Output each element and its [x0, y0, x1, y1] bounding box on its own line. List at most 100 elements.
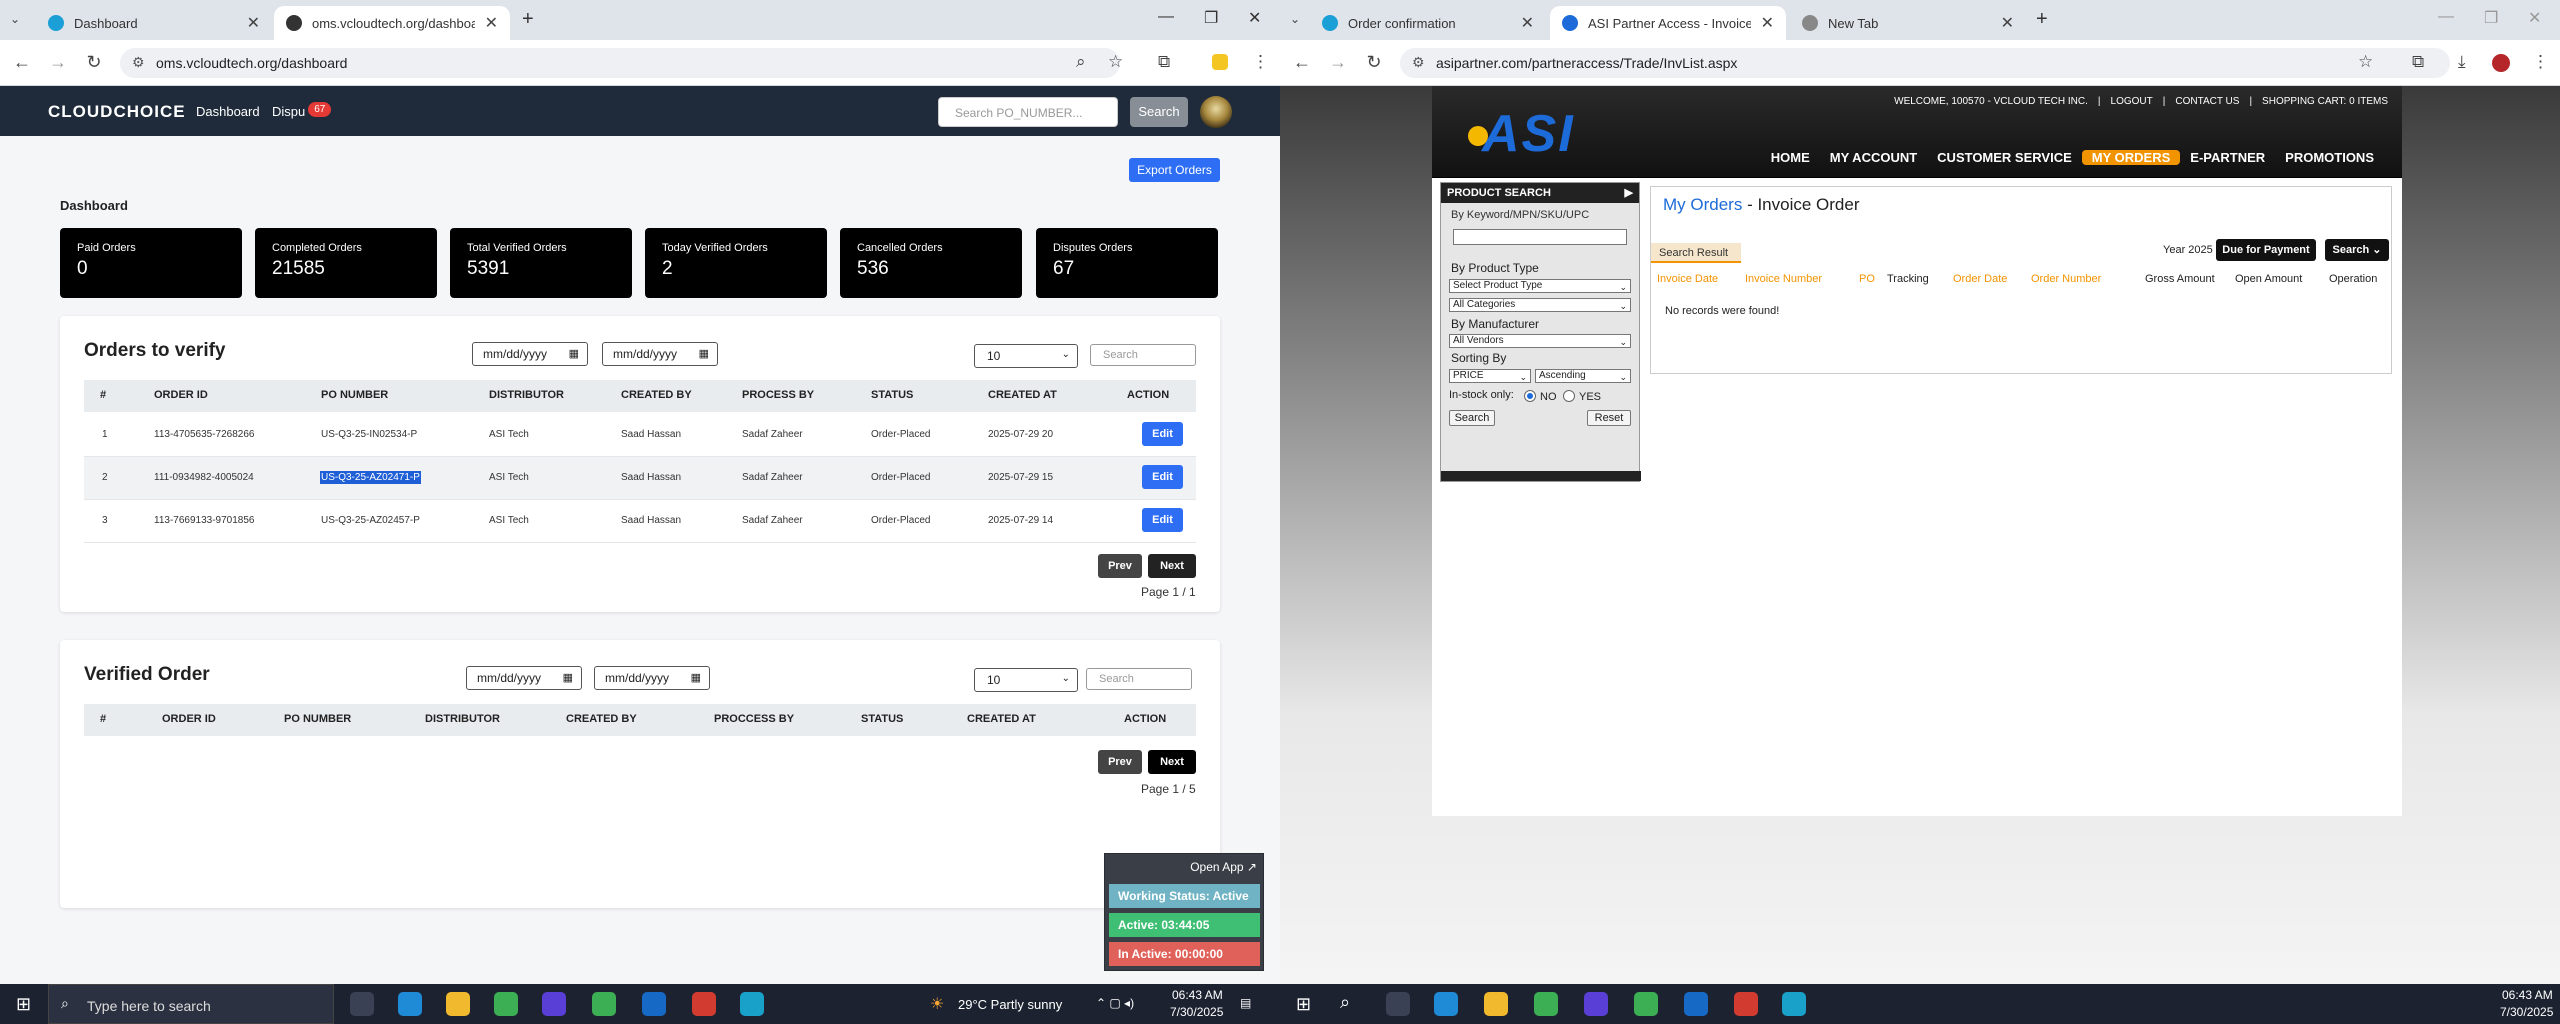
- contact-us-link[interactable]: CONTACT US: [2175, 96, 2239, 107]
- reset-button[interactable]: Reset: [1587, 410, 1631, 426]
- calendar-icon[interactable]: ▦: [569, 347, 579, 360]
- sort-field-select[interactable]: PRICE ⌄: [1449, 369, 1531, 383]
- forward-icon[interactable]: →: [46, 52, 70, 73]
- task-view-icon[interactable]: [1386, 992, 1410, 1016]
- site-info-icon[interactable]: ⚙: [132, 54, 145, 71]
- tray-icons[interactable]: ⌃ ▢ ◂): [1096, 996, 1134, 1010]
- app-icon[interactable]: [740, 992, 764, 1016]
- outlook-icon[interactable]: [642, 992, 666, 1016]
- edge-icon[interactable]: [1434, 992, 1458, 1016]
- nav-my-account[interactable]: MY ACCOUNT: [1820, 150, 1927, 165]
- tab-dashboard[interactable]: Dashboard ✕: [36, 6, 272, 40]
- edit-button[interactable]: Edit: [1142, 422, 1183, 446]
- close-icon[interactable]: ✕: [485, 13, 498, 33]
- sort-order-select[interactable]: Ascending ⌄: [1535, 369, 1631, 383]
- back-icon[interactable]: ←: [1290, 52, 1314, 73]
- close-icon[interactable]: ✕: [2001, 13, 2014, 33]
- nav-home[interactable]: HOME: [1761, 150, 1820, 165]
- nav-disputes[interactable]: Dispu 67: [272, 102, 332, 121]
- nav-promotions[interactable]: PROMOTIONS: [2275, 150, 2384, 165]
- asi-logo[interactable]: ASI: [1468, 104, 1575, 164]
- calendar-icon[interactable]: ▦: [691, 671, 701, 684]
- tab-list-icon[interactable]: ⌄: [1290, 12, 1300, 26]
- verified-search-input[interactable]: Search: [1086, 668, 1192, 690]
- reload-icon[interactable]: ↻: [1362, 52, 1386, 73]
- menu-dots-icon[interactable]: ⋮: [2532, 52, 2549, 72]
- instock-no-radio[interactable]: [1524, 390, 1536, 402]
- tab-order-confirmation[interactable]: Order confirmation ✕: [1310, 6, 1546, 40]
- categories-select[interactable]: All Categories ⌄: [1449, 298, 1631, 312]
- nav-my-orders[interactable]: MY ORDERS: [2081, 150, 2181, 165]
- zoom-app-icon[interactable]: [542, 992, 566, 1016]
- page-size-select[interactable]: 10 ⌄: [974, 668, 1078, 692]
- taskbar-search-box[interactable]: ⌕ Type here to search: [48, 984, 334, 1024]
- prev-button[interactable]: Prev: [1098, 554, 1142, 578]
- chrome-icon[interactable]: [1734, 992, 1758, 1016]
- calendar-icon[interactable]: ▦: [699, 347, 709, 360]
- from-date-input[interactable]: mm/dd/yyyy ▦: [466, 666, 582, 690]
- table-row[interactable]: 1 113-4705635-7268266 US-Q3-25-IN02534-P…: [84, 414, 1196, 457]
- table-row[interactable]: 2 111-0934982-4005024 US-Q3-25-AZ02471-P…: [84, 457, 1196, 500]
- back-icon[interactable]: ←: [10, 52, 34, 73]
- tab-asi-partner[interactable]: ASI Partner Access - Invoice His ✕: [1550, 6, 1786, 40]
- col-invoice-number[interactable]: Invoice Number: [1745, 273, 1822, 285]
- open-app-link[interactable]: Open App ↗: [1190, 860, 1257, 874]
- download-icon[interactable]: ⤓: [2458, 52, 2466, 72]
- url-field[interactable]: ⚙ asipartner.com/partneraccess/Trade/Inv…: [1400, 48, 2450, 78]
- minimize-icon[interactable]: —: [1158, 8, 1174, 26]
- col-invoice-date[interactable]: Invoice Date: [1657, 273, 1718, 285]
- restore-icon[interactable]: ❐: [1204, 8, 1218, 28]
- logout-link[interactable]: LOGOUT: [2111, 96, 2153, 107]
- windows-start-icon[interactable]: ⊞: [1296, 994, 1311, 1015]
- new-tab-icon[interactable]: +: [2036, 8, 2048, 31]
- new-tab-icon[interactable]: +: [522, 8, 534, 31]
- shopping-cart-link[interactable]: SHOPPING CART: 0 ITEMS: [2262, 96, 2388, 107]
- weather-text[interactable]: 29°C Partly sunny: [958, 997, 1062, 1012]
- file-explorer-icon[interactable]: [1484, 992, 1508, 1016]
- chrome-icon[interactable]: [1634, 992, 1658, 1016]
- app-icon[interactable]: [1782, 992, 1806, 1016]
- col-order-date[interactable]: Order Date: [1953, 273, 2007, 285]
- product-type-select[interactable]: Select Product Type ⌄: [1449, 279, 1631, 293]
- profile-icon[interactable]: [2492, 54, 2510, 72]
- po-search-button[interactable]: Search: [1130, 97, 1188, 127]
- edit-button[interactable]: Edit: [1142, 465, 1183, 489]
- file-explorer-icon[interactable]: [446, 992, 470, 1016]
- vendors-select[interactable]: All Vendors ⌄: [1449, 334, 1631, 348]
- zoom-app-icon[interactable]: [1584, 992, 1608, 1016]
- minimize-icon[interactable]: —: [2438, 8, 2454, 26]
- to-date-input[interactable]: mm/dd/yyyy ▦: [602, 342, 718, 366]
- extension-icon[interactable]: [1212, 54, 1228, 70]
- table-row[interactable]: 3 113-7669133-9701856 US-Q3-25-AZ02457-P…: [84, 500, 1196, 543]
- cell-po-number-selected[interactable]: US-Q3-25-AZ02471-P: [320, 471, 421, 484]
- close-icon[interactable]: ✕: [247, 13, 260, 33]
- forward-icon[interactable]: →: [1326, 52, 1350, 73]
- reload-icon[interactable]: ↻: [82, 52, 106, 73]
- windows-start-icon[interactable]: ⊞: [16, 994, 31, 1015]
- chrome-icon[interactable]: [592, 992, 616, 1016]
- product-search-button[interactable]: Search: [1449, 410, 1495, 426]
- extensions-icon[interactable]: ⧉: [2412, 52, 2424, 72]
- page-size-select[interactable]: 10 ⌄: [974, 344, 1078, 368]
- edge-icon[interactable]: [398, 992, 422, 1016]
- restore-icon[interactable]: ❐: [2484, 8, 2498, 28]
- window-close-icon[interactable]: ✕: [2528, 8, 2541, 28]
- notifications-icon[interactable]: ▤: [1240, 996, 1251, 1010]
- tab-oms-dashboard[interactable]: oms.vcloudtech.org/dashboard ✕: [274, 6, 510, 40]
- avatar[interactable]: [1200, 96, 1232, 128]
- zoom-icon[interactable]: ⌕: [1076, 52, 1086, 72]
- tab-new-tab[interactable]: New Tab ✕: [1790, 6, 2026, 40]
- edit-button[interactable]: Edit: [1142, 508, 1183, 532]
- oms-logo[interactable]: CLOUDCHOICE: [48, 102, 186, 122]
- col-order-number[interactable]: Order Number: [2031, 273, 2101, 285]
- nav-e-partner[interactable]: E-PARTNER: [2180, 150, 2275, 165]
- chevron-right-icon[interactable]: ▶: [1625, 186, 1633, 199]
- invoice-search-button[interactable]: Search ⌄: [2325, 239, 2389, 261]
- close-icon[interactable]: ✕: [1521, 13, 1534, 33]
- tab-list-icon[interactable]: ⌄: [10, 12, 20, 26]
- close-icon[interactable]: ✕: [1761, 13, 1774, 33]
- chrome-icon[interactable]: [692, 992, 716, 1016]
- keyword-input[interactable]: [1453, 229, 1627, 245]
- from-date-input[interactable]: mm/dd/yyyy ▦: [472, 342, 588, 366]
- window-close-icon[interactable]: ✕: [1248, 8, 1261, 28]
